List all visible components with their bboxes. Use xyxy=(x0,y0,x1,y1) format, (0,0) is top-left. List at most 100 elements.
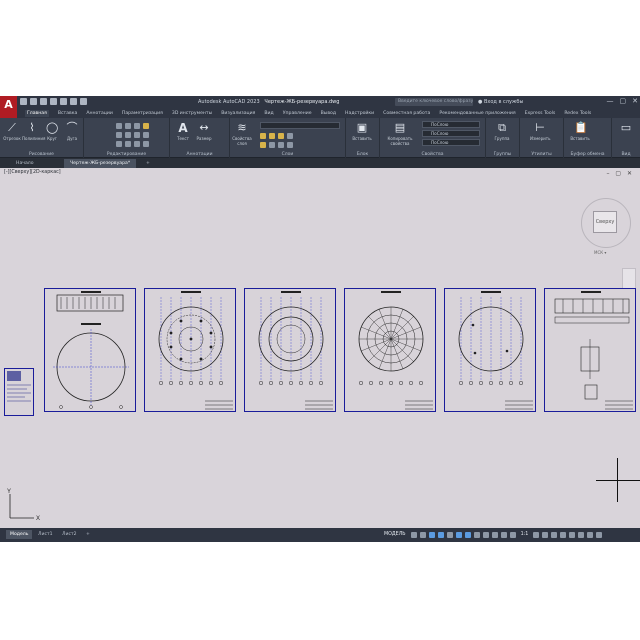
explode-icon[interactable] xyxy=(143,132,149,138)
save-icon[interactable] xyxy=(40,98,47,105)
sheet-2[interactable] xyxy=(144,288,236,412)
viewport-label[interactable]: [-][Сверху][2D-каркас] xyxy=(4,170,61,175)
search-input[interactable]: Введите ключевое слово/фразу xyxy=(395,98,473,106)
fillet-icon[interactable] xyxy=(134,132,140,138)
sign-in-button[interactable]: ● Вход в службы xyxy=(478,99,523,105)
model-space-button[interactable]: МОДЕЛЬ xyxy=(382,532,408,537)
tab-model[interactable]: Модель xyxy=(6,530,33,539)
tab-featured-apps[interactable]: Рекомендованные приложения xyxy=(439,111,515,116)
tab-parametric[interactable]: Параметризация xyxy=(122,111,163,116)
tab-view[interactable]: Вид xyxy=(264,111,273,116)
object-snap-icon[interactable] xyxy=(455,531,462,538)
tab-collaborate[interactable]: Совместная работа xyxy=(383,111,430,116)
trim-icon[interactable] xyxy=(134,123,140,129)
isodraft-icon[interactable] xyxy=(446,531,453,538)
new-file-icon[interactable] xyxy=(20,98,27,105)
measure-button[interactable]: ⊢ Измерить xyxy=(530,122,550,142)
sheet-1[interactable] xyxy=(44,288,136,412)
viewport-controls[interactable]: – ▢ ✕ xyxy=(606,170,634,177)
lineweight-icon[interactable] xyxy=(473,531,480,538)
tab-manage[interactable]: Управление xyxy=(283,111,312,116)
sheet-5[interactable] xyxy=(444,288,536,412)
stretch-icon[interactable] xyxy=(116,141,122,147)
viewcube[interactable]: Сверху xyxy=(581,198,631,248)
tab-3d-tools[interactable]: 3D инструменты xyxy=(172,111,212,116)
circle-button[interactable]: ◯ Круг xyxy=(42,122,62,142)
plot-icon[interactable] xyxy=(60,98,67,105)
color-dropdown[interactable]: ПоСлою xyxy=(422,121,480,128)
redo-icon[interactable] xyxy=(80,98,87,105)
layer-dropdown[interactable] xyxy=(260,122,340,129)
layer-match-icon[interactable] xyxy=(287,133,293,139)
block-panel-label[interactable]: Блок xyxy=(346,152,379,157)
sheet-4[interactable] xyxy=(344,288,436,412)
layer-unisolate-icon[interactable] xyxy=(269,142,275,148)
transparency-icon[interactable] xyxy=(482,531,489,538)
annotation-panel-label[interactable]: Аннотации xyxy=(170,152,229,157)
erase-icon[interactable] xyxy=(143,123,149,129)
application-menu-button[interactable]: A xyxy=(0,96,17,118)
paste-button[interactable]: 📋 Вставить xyxy=(570,122,590,142)
selection-cycling-icon[interactable] xyxy=(491,531,498,538)
view-panel-label[interactable]: Вид xyxy=(612,152,640,157)
doc-tab-start[interactable]: Начало xyxy=(10,159,40,168)
annotation-scale[interactable]: 1:1 xyxy=(519,532,531,537)
offset-icon[interactable] xyxy=(143,141,149,147)
viewcube-top-face[interactable]: Сверху xyxy=(593,211,617,233)
units-icon[interactable] xyxy=(551,531,558,538)
minimize-button[interactable]: — xyxy=(607,97,614,105)
linetype-dropdown[interactable]: ПоСлою xyxy=(422,130,480,137)
drawing-canvas[interactable]: [-][Сверху][2D-каркас] – ▢ ✕ Сверху МСК … xyxy=(0,168,640,524)
annotation-visibility-icon[interactable] xyxy=(500,531,507,538)
sheet-6[interactable] xyxy=(544,288,636,412)
quick-properties-icon[interactable] xyxy=(560,531,567,538)
text-button[interactable]: A Текст xyxy=(173,122,193,141)
layers-panel-label[interactable]: Слои xyxy=(230,152,345,157)
match-properties-button[interactable]: ▤ Копировать свойства xyxy=(384,122,416,147)
auto-scale-icon[interactable] xyxy=(509,531,516,538)
ucs-dropdown[interactable]: МСК ▾ xyxy=(594,250,606,255)
lineweight-dropdown[interactable]: ПоСлою xyxy=(422,139,480,146)
tab-addins[interactable]: Надстройки xyxy=(345,111,374,116)
clipboard-panel-label[interactable]: Буфер обмена xyxy=(564,152,611,157)
groups-panel-label[interactable]: Группы xyxy=(486,152,519,157)
insert-block-button[interactable]: ▣ Вставить xyxy=(352,122,372,142)
close-button[interactable]: ✕ xyxy=(632,97,638,105)
modify-panel-label[interactable]: Редактирование xyxy=(84,152,169,157)
tab-layout2[interactable]: Лист2 xyxy=(58,530,81,539)
tab-redex-tools[interactable]: Redex Tools xyxy=(564,111,591,116)
polyline-button[interactable]: ⌇ Полилиния xyxy=(22,122,45,142)
tab-output[interactable]: Вывод xyxy=(321,111,336,116)
utilities-panel-label[interactable]: Утилиты xyxy=(520,152,563,157)
grid-icon[interactable] xyxy=(410,531,417,538)
maximize-button[interactable]: ▢ xyxy=(620,97,627,105)
isolate-objects-icon[interactable] xyxy=(569,531,576,538)
layer-iso-icon[interactable] xyxy=(260,142,266,148)
dimension-button[interactable]: ↔ Размер xyxy=(194,122,214,142)
copy-icon[interactable] xyxy=(116,132,122,138)
tab-layout1[interactable]: Лист1 xyxy=(34,530,57,539)
rotate-icon[interactable] xyxy=(125,123,131,129)
tab-express-tools[interactable]: Express Tools xyxy=(525,111,556,116)
draw-panel-label[interactable]: Рисование xyxy=(0,152,83,157)
properties-panel-label[interactable]: Свойства xyxy=(380,152,485,157)
open-file-icon[interactable] xyxy=(30,98,37,105)
layer-freeze-icon[interactable] xyxy=(269,133,275,139)
move-icon[interactable] xyxy=(116,123,122,129)
add-layout-button[interactable]: + xyxy=(82,530,94,539)
line-button[interactable]: ⟋ Отрезок xyxy=(2,122,22,142)
layer-lock-icon[interactable] xyxy=(278,133,284,139)
customization-menu-icon[interactable] xyxy=(596,531,603,538)
workspace-gear-icon[interactable] xyxy=(533,531,540,538)
polar-icon[interactable] xyxy=(437,531,444,538)
layer-current-icon[interactable] xyxy=(278,142,284,148)
tab-visualize[interactable]: Визуализация xyxy=(221,111,255,116)
ortho-icon[interactable] xyxy=(428,531,435,538)
undo-icon[interactable] xyxy=(70,98,77,105)
arc-button[interactable]: ⌒ Дуга xyxy=(62,122,82,142)
object-track-icon[interactable] xyxy=(464,531,471,538)
save-as-icon[interactable] xyxy=(50,98,57,105)
sheet-3[interactable] xyxy=(244,288,336,412)
view-button[interactable]: ▭ xyxy=(616,122,636,136)
doc-tab-drawing[interactable]: Чертеж-ЖБ-резервуара* xyxy=(64,159,137,168)
